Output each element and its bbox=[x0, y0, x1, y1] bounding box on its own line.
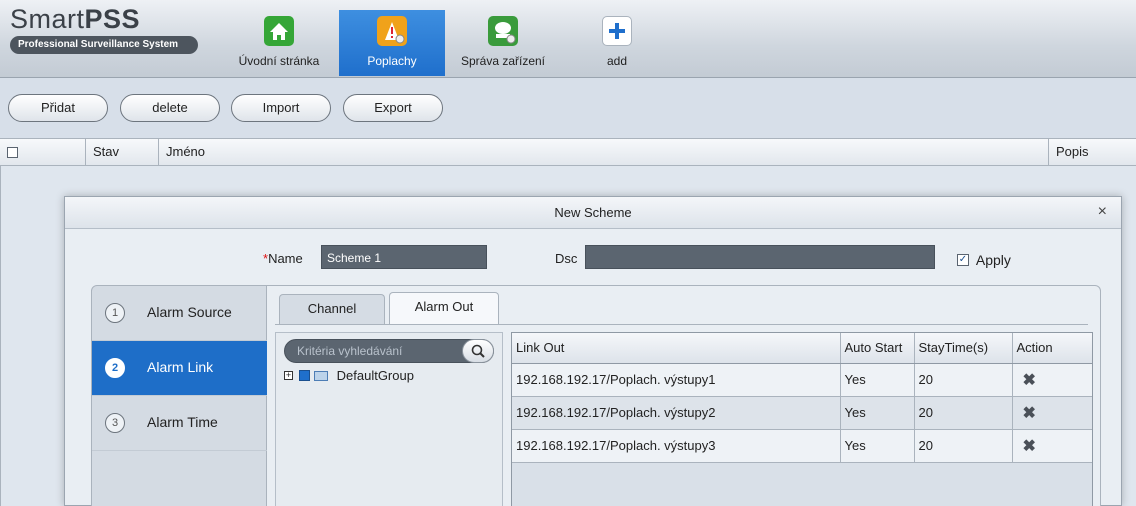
link-out-table: Link Out Auto Start StayTime(s) Action 1… bbox=[511, 332, 1093, 506]
search-icon bbox=[471, 344, 485, 358]
delete-button[interactable]: delete bbox=[120, 94, 220, 122]
stay-time-cell[interactable]: 20 bbox=[914, 396, 1013, 430]
table-row[interactable]: 192.168.192.17/Poplach. výstupy2 Yes 20 … bbox=[512, 396, 1092, 430]
table-row[interactable]: 192.168.192.17/Poplach. výstupy1 Yes 20 … bbox=[512, 363, 1092, 397]
step-label: Alarm Time bbox=[147, 414, 218, 430]
col-link-out[interactable]: Link Out bbox=[512, 333, 841, 364]
home-icon bbox=[264, 16, 294, 46]
device-manager-icon bbox=[488, 16, 518, 46]
tree-checkbox[interactable] bbox=[299, 370, 310, 382]
scheme-table-header: Stav Jméno Popis bbox=[0, 138, 1136, 166]
action-cell: ✖ bbox=[1012, 363, 1092, 397]
col-auto-start[interactable]: Auto Start bbox=[840, 333, 915, 364]
link-out-cell: 192.168.192.17/Poplach. výstupy1 bbox=[512, 363, 841, 397]
stay-time-cell[interactable]: 20 bbox=[914, 363, 1013, 397]
step-alarm-time[interactable]: 3 Alarm Time bbox=[92, 396, 267, 451]
auto-start-cell[interactable]: Yes bbox=[840, 429, 915, 463]
tree-item-label: DefaultGroup bbox=[336, 368, 414, 384]
delete-icon[interactable]: ✖ bbox=[1017, 372, 1036, 389]
nav-tab-add[interactable]: add bbox=[577, 10, 657, 76]
delete-icon[interactable]: ✖ bbox=[1017, 405, 1036, 422]
app-header: SmartPSS Professional Surveillance Syste… bbox=[0, 0, 1136, 78]
add-button[interactable]: Přidat bbox=[8, 94, 108, 122]
nav-label: add bbox=[606, 54, 628, 68]
logo-title: SmartPSS bbox=[10, 4, 141, 34]
col-status[interactable]: Stav bbox=[86, 139, 159, 165]
dialog-title: New Scheme bbox=[554, 205, 632, 220]
auto-start-cell[interactable]: Yes bbox=[840, 363, 915, 397]
table-row[interactable]: 192.168.192.17/Poplach. výstupy3 Yes 20 … bbox=[512, 429, 1092, 463]
alarm-link-panel: Channel Alarm Out Kritéria vyhledávání +… bbox=[267, 285, 1101, 506]
step-label: Alarm Link bbox=[147, 359, 214, 375]
step-number: 1 bbox=[105, 303, 125, 323]
col-name[interactable]: Jméno bbox=[159, 139, 1049, 165]
search-box[interactable]: Kritéria vyhledávání bbox=[284, 339, 494, 363]
logo-subtitle: Professional Surveillance System bbox=[10, 36, 198, 54]
plus-icon bbox=[602, 16, 632, 46]
link-out-cell: 192.168.192.17/Poplach. výstupy3 bbox=[512, 429, 841, 463]
apply-option[interactable]: ✓ Apply bbox=[957, 251, 1011, 268]
link-out-cell: 192.168.192.17/Poplach. výstupy2 bbox=[512, 396, 841, 430]
select-all-cell bbox=[0, 139, 86, 165]
delete-icon[interactable]: ✖ bbox=[1017, 438, 1036, 455]
apply-checkbox[interactable]: ✓ bbox=[957, 254, 969, 267]
action-cell: ✖ bbox=[1012, 429, 1092, 463]
stay-time-cell[interactable]: 20 bbox=[914, 429, 1013, 463]
step-number: 3 bbox=[105, 413, 125, 433]
expand-icon[interactable]: + bbox=[284, 371, 293, 381]
step-alarm-source[interactable]: 1 Alarm Source bbox=[92, 286, 267, 341]
search-input[interactable]: Kritéria vyhledávání bbox=[297, 340, 402, 362]
step-alarm-link[interactable]: 2 Alarm Link bbox=[92, 341, 280, 396]
name-input[interactable]: Scheme 1 bbox=[321, 245, 487, 269]
dialog-titlebar: New Scheme × bbox=[65, 197, 1121, 229]
col-description[interactable]: Popis bbox=[1049, 139, 1136, 165]
folder-icon bbox=[314, 370, 328, 381]
step-label: Alarm Source bbox=[147, 304, 232, 320]
auto-start-cell[interactable]: Yes bbox=[840, 396, 915, 430]
nav-label: Správa zařízení bbox=[460, 54, 546, 68]
action-cell: ✖ bbox=[1012, 396, 1092, 430]
app-logo: SmartPSS Professional Surveillance Syste… bbox=[10, 4, 206, 54]
export-button[interactable]: Export bbox=[343, 94, 443, 122]
import-button[interactable]: Import bbox=[231, 94, 331, 122]
col-stay-time[interactable]: StayTime(s) bbox=[914, 333, 1013, 364]
tab-divider bbox=[275, 324, 1088, 325]
name-label: *Name bbox=[263, 251, 303, 266]
col-action[interactable]: Action bbox=[1012, 333, 1092, 364]
tab-alarm-out[interactable]: Alarm Out bbox=[389, 292, 499, 324]
apply-label: Apply bbox=[975, 252, 1011, 269]
nav-label: Úvodní stránka bbox=[238, 54, 320, 68]
nav-tab-alarms[interactable]: Poplachy bbox=[339, 10, 445, 76]
select-all-checkbox[interactable] bbox=[7, 147, 18, 159]
new-scheme-dialog: New Scheme × *Name Scheme 1 Dsc ✓ Apply … bbox=[64, 196, 1122, 506]
alarm-icon bbox=[377, 16, 407, 46]
nav-tab-home[interactable]: Úvodní stránka bbox=[222, 10, 336, 76]
tree-item-default-group[interactable]: + DefaultGroup bbox=[284, 367, 414, 383]
dsc-input[interactable] bbox=[585, 245, 935, 269]
search-button[interactable] bbox=[462, 339, 494, 363]
dsc-label: Dsc bbox=[555, 251, 578, 266]
toolbar: Přidat delete Import Export bbox=[0, 94, 1136, 126]
wizard-steps: 1 Alarm Source 2 Alarm Link 3 Alarm Time bbox=[91, 285, 280, 506]
nav-label: Poplachy bbox=[367, 54, 417, 68]
step-number: 2 bbox=[105, 358, 125, 378]
close-icon[interactable]: × bbox=[1098, 204, 1107, 220]
nav-tab-device-manager[interactable]: Správa zařízení bbox=[447, 10, 559, 76]
tab-channel[interactable]: Channel bbox=[279, 294, 385, 324]
device-tree: Kritéria vyhledávání + DefaultGroup bbox=[275, 332, 503, 506]
